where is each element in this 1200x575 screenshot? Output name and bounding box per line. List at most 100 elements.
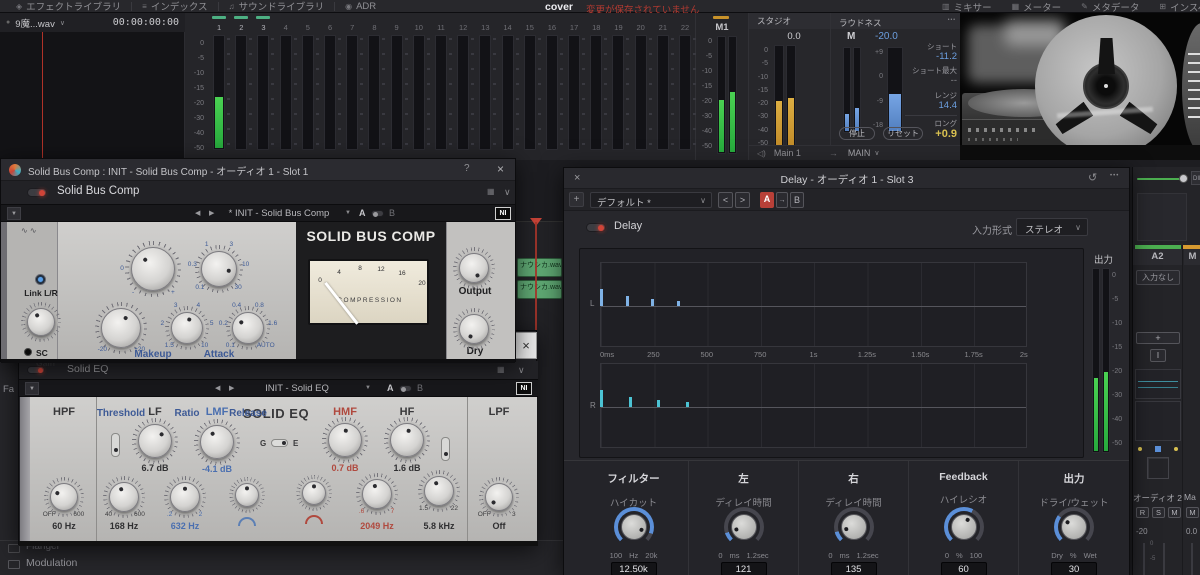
preset-next-button[interactable]: > — [735, 192, 750, 208]
menu-icon[interactable]: ••• — [1110, 173, 1119, 179]
chevron-down-icon[interactable]: ∨ — [874, 149, 879, 157]
delay-knob-feedback[interactable] — [943, 507, 984, 547]
ab-a-button[interactable]: A — [760, 192, 774, 208]
strip-header-main[interactable]: M — [1184, 249, 1200, 265]
eq-preset-name[interactable]: INIT - Solid EQ — [265, 383, 329, 394]
preset-prev-button[interactable]: < — [718, 192, 733, 208]
delay-knob-filter[interactable] — [613, 507, 654, 547]
history-icon[interactable]: ↺ — [1088, 171, 1097, 184]
delay-plot-left[interactable] — [600, 262, 1027, 347]
strip-header-a2[interactable]: A2 — [1133, 249, 1182, 265]
panel-collapse-button[interactable]: ▼ — [25, 382, 39, 395]
track-name-a2[interactable]: オーディオ 2 — [1133, 492, 1182, 504]
player-playhead[interactable] — [42, 32, 43, 160]
pan-handle[interactable] — [1155, 446, 1161, 452]
control-value[interactable]: 60 — [940, 562, 987, 575]
sc-gain-knob[interactable] — [11, 292, 71, 352]
studio-tab[interactable]: スタジオ — [749, 13, 831, 29]
fader-track[interactable] — [1163, 543, 1165, 575]
strip-button-r[interactable]: R — [1136, 507, 1149, 518]
hf-shelf-bell-switch[interactable] — [441, 437, 450, 461]
control-value[interactable]: 121 — [720, 562, 767, 575]
fader-value-main[interactable]: 0.0 — [1186, 527, 1197, 536]
hf-freq-knob[interactable]: 1.5 22 — [408, 460, 470, 522]
lf-shelf-bell-switch[interactable] — [111, 433, 120, 457]
toolbar-item-adr[interactable]: ◉ ADR — [335, 1, 386, 12]
preset-next-icon[interactable]: ▶ — [229, 384, 234, 392]
eq-thumbnail[interactable] — [1135, 369, 1181, 399]
toolbar-item-meter[interactable]: ▦ メーター — [1002, 0, 1072, 13]
strip-button-s[interactable]: S — [1152, 507, 1165, 518]
audio-clip[interactable]: ナウシカ.wav — [517, 280, 562, 299]
audio-clip[interactable]: ナウシカ.wav — [517, 258, 562, 277]
delay-knob-output-mix[interactable] — [1054, 507, 1094, 547]
toolbar-item-mixer[interactable]: ▥ ミキサー — [932, 0, 1002, 13]
plugin-enable-toggle[interactable] — [586, 223, 606, 232]
close-icon[interactable]: × — [497, 162, 504, 176]
preset-dropdown-icon[interactable]: ▼ — [365, 385, 371, 391]
output-knob[interactable] — [443, 237, 505, 299]
loudness-menu-icon[interactable]: ••• — [948, 17, 956, 23]
ab-b-label[interactable]: B — [417, 383, 423, 393]
toolbar-item-inspector[interactable]: ⊞インスペ — [1149, 0, 1200, 13]
chevron-down-icon[interactable]: ∨ — [518, 365, 525, 376]
slider-handle[interactable] — [1179, 174, 1188, 183]
threshold-knob[interactable]: -20 +20 — [85, 292, 157, 364]
chevron-down-icon[interactable]: ∨ — [504, 187, 511, 198]
monitor-dest[interactable]: MAIN — [848, 148, 871, 158]
ab-copy-button[interactable]: → — [776, 192, 788, 208]
plugin-enable-toggle[interactable] — [27, 188, 47, 197]
ge-switch[interactable] — [271, 439, 288, 447]
hmf-q-knob[interactable] — [286, 465, 342, 521]
hmf-freq-knob[interactable]: .6 7 — [346, 463, 408, 525]
timeline-ruler[interactable] — [516, 160, 563, 222]
preset-dropdown[interactable]: デフォルト * ∨ — [590, 192, 712, 209]
delay-plot-right[interactable] — [600, 363, 1027, 448]
lf-freq-knob[interactable]: 40 600 — [93, 466, 155, 528]
preset-dropdown-icon[interactable]: ▼ — [345, 210, 351, 216]
fader-value-a2[interactable]: -20 — [1136, 527, 1148, 536]
monitor-volume-slider[interactable] — [1137, 178, 1183, 180]
ratio-knob[interactable]: 1.5 2 3 4 5 10 — [155, 296, 219, 360]
dim-button[interactable]: DIM — [1191, 171, 1200, 185]
preset-next-icon[interactable]: ▶ — [209, 209, 214, 217]
ab-a-label[interactable]: A — [359, 208, 366, 218]
delay-knob-left-delay-time[interactable] — [723, 507, 764, 547]
release-knob[interactable]: 0.1 0.2 0.4 0.8 1.6 AUTO — [216, 296, 280, 360]
delay-title-bar[interactable]: × Delay - オーディオ 1 - Slot 3 ↺ ••• — [564, 168, 1129, 189]
attack-knob[interactable]: 0.1 0.3 1 3 10 30 — [185, 235, 253, 303]
ab-b-button[interactable]: B — [790, 192, 804, 208]
lmf-q-knob[interactable] — [219, 467, 275, 523]
chevron-down-icon[interactable]: ∨ — [60, 19, 65, 27]
main-mute-button[interactable]: M — [1186, 507, 1199, 518]
pan-grid[interactable] — [1147, 457, 1169, 479]
monitor-source[interactable]: Main 1 — [774, 148, 801, 158]
grid-icon[interactable]: ▦ — [497, 365, 505, 374]
input-assign-box[interactable]: 入力なし — [1136, 270, 1180, 285]
panel-collapse-button[interactable]: ▼ — [7, 207, 21, 220]
comp-title-bar[interactable]: Solid Bus Comp : INIT - Solid Bus Comp -… — [1, 159, 515, 181]
help-icon[interactable]: ? — [464, 163, 470, 174]
ab-b-label[interactable]: B — [389, 208, 395, 218]
effects-list-item[interactable]: Modulation — [26, 557, 77, 569]
toolbar-item-sound-library[interactable]: ♫ サウンドライブラリ — [219, 0, 335, 14]
ab-a-label[interactable]: A — [387, 383, 394, 393]
add-preset-button[interactable]: + — [569, 192, 584, 207]
loudness-reset-button[interactable]: リセット — [883, 127, 923, 140]
input-format-dropdown[interactable]: ステレオ ∨ — [1016, 218, 1088, 236]
toolbar-item-effects-library[interactable]: ◈ エフェクトライブラリ — [6, 0, 131, 14]
grid-icon[interactable]: ▦ — [487, 187, 495, 196]
lmf-freq-knob[interactable]: .2 2 — [154, 466, 216, 528]
preset-prev-icon[interactable]: ◀ — [195, 209, 200, 217]
toolbar-item-index[interactable]: ≡ インデックス — [132, 0, 217, 14]
strip-button-m[interactable]: M — [1168, 507, 1181, 518]
dry-knob[interactable] — [443, 298, 505, 360]
close-icon[interactable]: × — [574, 172, 580, 184]
loudness-tab[interactable]: ラウドネス ••• — [831, 13, 961, 29]
lpf-freq-knob[interactable]: OFF 3 — [469, 467, 529, 527]
track-name-main[interactable]: Ma — [1184, 492, 1200, 502]
hpf-freq-knob[interactable]: OFF 600 — [34, 467, 94, 527]
comp-preset-name[interactable]: * INIT - Solid Bus Comp — [229, 208, 330, 219]
control-value[interactable]: 135 — [830, 562, 877, 575]
dynamics-thumbnail[interactable] — [1135, 401, 1181, 441]
